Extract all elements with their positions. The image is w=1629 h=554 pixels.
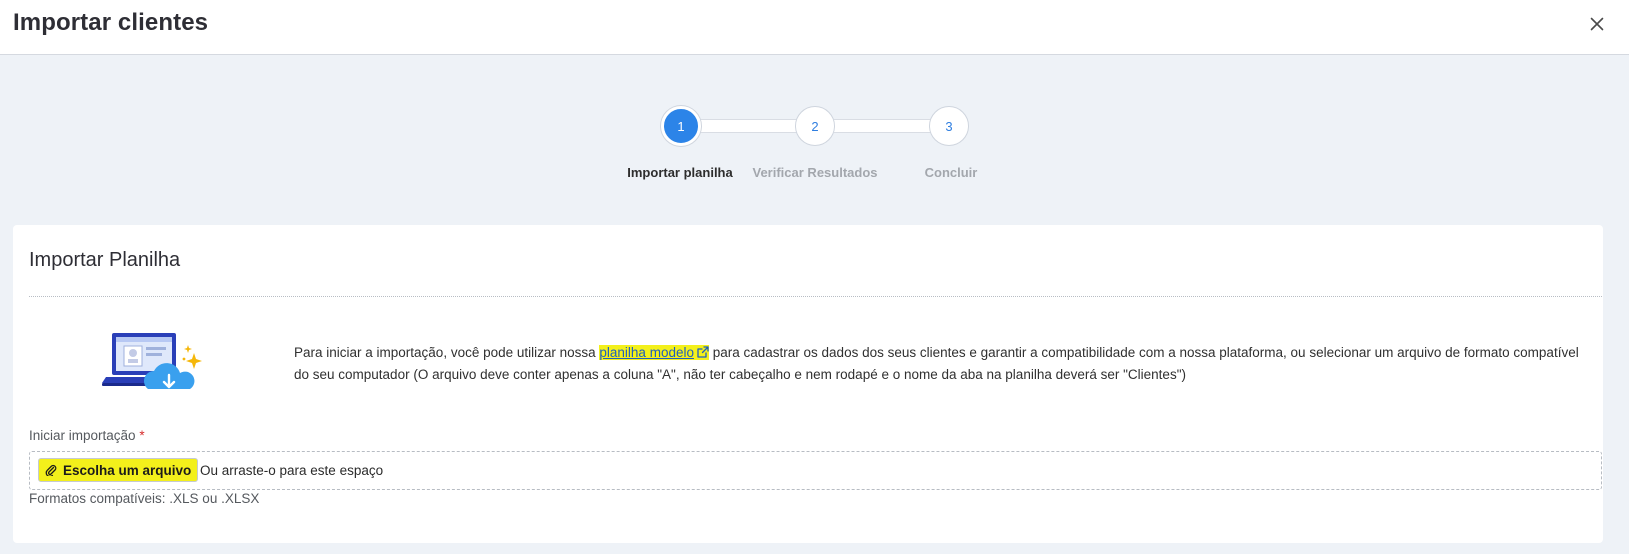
required-mark: * — [139, 428, 145, 443]
step-1-circle[interactable]: 1 — [661, 106, 701, 146]
stepper: 1 2 3 Importar planilha Verificar Result… — [0, 0, 1629, 200]
step-number: 1 — [677, 118, 685, 134]
step-1-label: Importar planilha — [627, 165, 733, 180]
step-connector — [684, 119, 800, 133]
compatible-formats: Formatos compatíveis: .XLS ou .XLSX — [29, 491, 260, 506]
paperclip-icon — [45, 464, 57, 476]
file-dropzone[interactable]: Escolha um arquivo Ou arraste-o para est… — [29, 451, 1602, 490]
step-3-label: Concluir — [924, 165, 978, 180]
external-link-icon — [697, 346, 709, 358]
drop-hint: Ou arraste-o para este espaço — [200, 463, 384, 478]
template-spreadsheet-link[interactable]: planilha modelo — [599, 345, 709, 360]
step-3-circle[interactable]: 3 — [929, 106, 969, 146]
choose-file-label: Escolha um arquivo — [63, 462, 192, 478]
card-title: Importar Planilha — [29, 249, 181, 271]
import-description: Para iniciar a importação, você pode uti… — [294, 342, 1584, 386]
import-field-label: Iniciar importação * — [29, 428, 145, 443]
step-connector — [834, 119, 932, 133]
description-text-before: Para iniciar a importação, você pode uti… — [294, 345, 600, 360]
step-2-circle[interactable]: 2 — [795, 106, 835, 146]
template-link-label: planilha modelo — [599, 345, 694, 360]
choose-file-button[interactable]: Escolha um arquivo — [38, 458, 199, 482]
import-card: Importar Planilha Para iniciar a importa… — [13, 225, 1603, 543]
step-number: 3 — [945, 118, 953, 134]
step-2-label: Verificar Resultados — [752, 165, 878, 180]
laptop-cloud-download-illustration — [102, 333, 202, 389]
divider — [29, 296, 1602, 297]
step-number: 2 — [811, 118, 819, 134]
field-label-text: Iniciar importação — [29, 428, 136, 443]
